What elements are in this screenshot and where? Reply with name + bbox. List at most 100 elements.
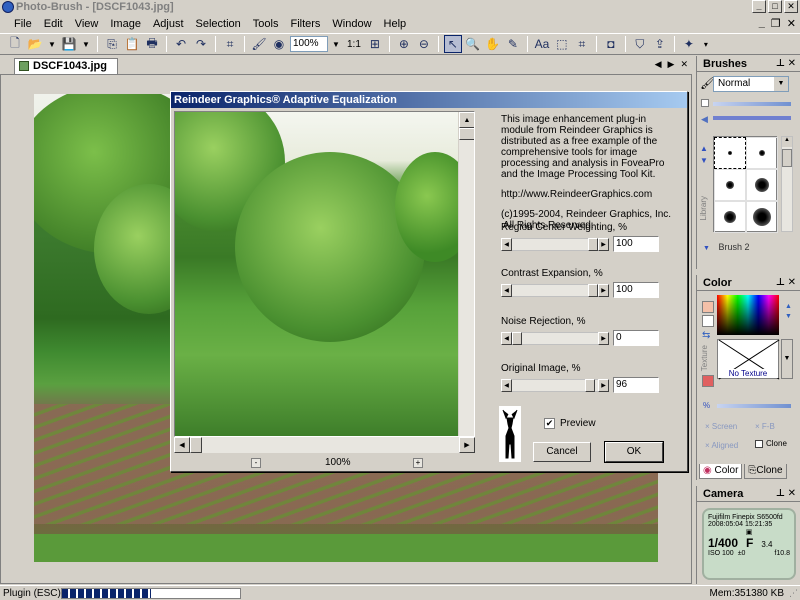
crop-icon[interactable]: ⌗ bbox=[573, 35, 591, 53]
magnifier-tool-icon[interactable]: 🔍 bbox=[464, 35, 482, 53]
slider-left-arrow-icon[interactable]: ◀ bbox=[501, 284, 512, 297]
scroll-up-icon[interactable]: ▲ bbox=[782, 137, 792, 147]
mask-icon[interactable]: ◘ bbox=[602, 35, 620, 53]
blend-mode-select[interactable]: Normal ▼ bbox=[713, 76, 789, 92]
paste-icon[interactable]: 📋 bbox=[123, 35, 141, 53]
resize-grip-icon[interactable]: ⋰ bbox=[789, 588, 798, 599]
screen-option[interactable]: × Screen bbox=[705, 422, 737, 431]
horizontal-scroll-thumb[interactable] bbox=[190, 437, 202, 453]
library-up-icon[interactable]: ▲ bbox=[700, 144, 708, 153]
scroll-up-icon[interactable]: ▲ bbox=[459, 112, 474, 128]
slider-left-arrow-icon[interactable]: ◀ bbox=[501, 379, 512, 392]
foreground-color-swatch[interactable] bbox=[702, 301, 714, 313]
preview-checkbox[interactable]: ✔ Preview bbox=[544, 418, 596, 429]
save-dropdown-icon[interactable]: ▼ bbox=[80, 36, 92, 52]
tab-next-icon[interactable]: ▶ bbox=[668, 59, 675, 70]
pin-icon[interactable]: ⊥ bbox=[776, 488, 785, 499]
color-spectrum-picker[interactable] bbox=[717, 295, 779, 335]
preview-zoom-out-button[interactable]: - bbox=[251, 458, 261, 468]
clone-checkbox[interactable]: Clone bbox=[755, 439, 787, 448]
opacity-slider[interactable] bbox=[713, 102, 791, 106]
plugin-icon[interactable]: ✦ bbox=[680, 35, 698, 53]
brush-preset[interactable] bbox=[714, 137, 746, 169]
fit-window-icon[interactable]: ⊞ bbox=[366, 35, 384, 53]
maximize-button[interactable]: □ bbox=[768, 0, 782, 13]
spectrum-up-icon[interactable]: ▲ bbox=[785, 303, 792, 310]
tab-color[interactable]: ◉ Color bbox=[699, 464, 743, 479]
preview-zoom-in-button[interactable]: + bbox=[413, 458, 423, 468]
copy-icon[interactable]: ⎘ bbox=[103, 35, 121, 53]
eyedropper-icon[interactable] bbox=[702, 375, 714, 387]
menu-window[interactable]: Window bbox=[326, 18, 377, 30]
save-icon[interactable]: 💾 bbox=[60, 35, 78, 53]
brush-preset[interactable] bbox=[746, 137, 778, 169]
document-tab[interactable]: DSCF1043.jpg bbox=[14, 58, 118, 74]
menu-help[interactable]: Help bbox=[378, 18, 413, 30]
pin-icon[interactable]: ⊥ bbox=[776, 277, 785, 288]
slider-thumb[interactable] bbox=[584, 379, 595, 392]
crop-tool-icon[interactable]: ⌗ bbox=[221, 35, 239, 53]
slider-value-input[interactable]: 100 bbox=[613, 282, 659, 298]
brush-preset[interactable] bbox=[714, 201, 746, 233]
brush-icon[interactable]: 🖌 bbox=[250, 35, 268, 53]
scroll-right-icon[interactable]: ▶ bbox=[459, 437, 475, 453]
toolbar-overflow-icon[interactable]: ▾ bbox=[700, 36, 712, 52]
slider-right-arrow-icon[interactable]: ▶ bbox=[598, 284, 609, 297]
slider-left-arrow-icon[interactable]: ◀ bbox=[501, 238, 512, 251]
zoom-in-icon[interactable]: ⊕ bbox=[395, 35, 413, 53]
text-tool-icon[interactable]: Aa bbox=[533, 35, 551, 53]
slider-value-input[interactable]: 96 bbox=[613, 377, 659, 393]
tab-close-icon[interactable]: ✕ bbox=[680, 59, 688, 70]
spectrum-down-icon[interactable]: ▼ bbox=[785, 313, 792, 320]
background-color-swatch[interactable] bbox=[702, 315, 714, 327]
preview-checkbox-box[interactable]: ✔ bbox=[544, 418, 555, 429]
rect-select-icon[interactable]: ⬚ bbox=[553, 35, 571, 53]
hand-tool-icon[interactable]: ✋ bbox=[484, 35, 502, 53]
brush-grid-scrollbar[interactable]: ▲ bbox=[781, 136, 793, 232]
fb-option[interactable]: × F-B bbox=[755, 422, 775, 431]
slider-track[interactable]: ◀ ▶ bbox=[501, 238, 609, 251]
slider-track[interactable]: ◀ ▶ bbox=[501, 332, 609, 345]
slider-thumb[interactable] bbox=[512, 332, 522, 345]
slider-right-arrow-icon[interactable]: ▶ bbox=[598, 379, 609, 392]
preview-pane[interactable]: ▲ bbox=[174, 111, 475, 437]
tab-prev-icon[interactable]: ◀ bbox=[655, 59, 662, 70]
menu-adjust[interactable]: Adjust bbox=[147, 18, 190, 30]
pin-icon[interactable]: ⊥ bbox=[776, 58, 785, 69]
color-wheel-icon[interactable]: ◉ bbox=[270, 35, 288, 53]
slider-thumb[interactable] bbox=[588, 284, 598, 297]
menu-image[interactable]: Image bbox=[104, 18, 147, 30]
scroll-left-icon[interactable]: ◀ bbox=[174, 437, 190, 453]
menu-selection[interactable]: Selection bbox=[190, 18, 247, 30]
clone-checkbox-box[interactable] bbox=[755, 439, 763, 448]
slider-right-arrow-icon[interactable]: ▶ bbox=[598, 238, 609, 251]
open-dropdown-icon[interactable]: ▼ bbox=[46, 36, 58, 52]
undo-icon[interactable]: ↶ bbox=[172, 35, 190, 53]
redo-icon[interactable]: ↷ bbox=[192, 35, 210, 53]
mdi-restore-button[interactable]: ❐ bbox=[771, 17, 781, 30]
panel-close-icon[interactable]: ✕ bbox=[788, 58, 796, 69]
texture-opacity-slider[interactable] bbox=[717, 404, 791, 408]
brush-grid-scroll-thumb[interactable] bbox=[782, 149, 792, 167]
eyedropper-tool-icon[interactable]: ✎ bbox=[504, 35, 522, 53]
panel-close-icon[interactable]: ✕ bbox=[788, 488, 796, 499]
brush-preset[interactable] bbox=[746, 201, 778, 233]
swap-colors-icon[interactable]: ⇆ bbox=[702, 330, 710, 341]
slider-track[interactable]: ◀ ▶ bbox=[501, 284, 609, 297]
slider-value-input[interactable]: 100 bbox=[613, 236, 659, 252]
print-icon[interactable]: 🖶 bbox=[143, 35, 161, 53]
panel-close-icon[interactable]: ✕ bbox=[788, 277, 796, 288]
texture-dropdown-icon[interactable]: ▼ bbox=[781, 339, 793, 379]
preview-horizontal-scrollbar[interactable]: ◀ ▶ bbox=[174, 437, 475, 453]
size-slider[interactable] bbox=[713, 116, 791, 120]
menu-edit[interactable]: Edit bbox=[38, 18, 69, 30]
slider-right-arrow-icon[interactable]: ▶ bbox=[598, 332, 609, 345]
minimize-button[interactable]: _ bbox=[752, 0, 766, 13]
pointer-tool-icon[interactable]: ↖ bbox=[443, 35, 462, 53]
zoom-input[interactable]: 100% bbox=[290, 36, 328, 52]
slider-value-input[interactable]: 0 bbox=[613, 330, 659, 346]
mdi-minimize-button[interactable]: _ bbox=[759, 17, 765, 30]
preview-vertical-scrollbar[interactable]: ▲ bbox=[458, 112, 474, 436]
slider-left-arrow-icon[interactable]: ◀ bbox=[501, 332, 512, 345]
menu-view[interactable]: View bbox=[69, 18, 105, 30]
